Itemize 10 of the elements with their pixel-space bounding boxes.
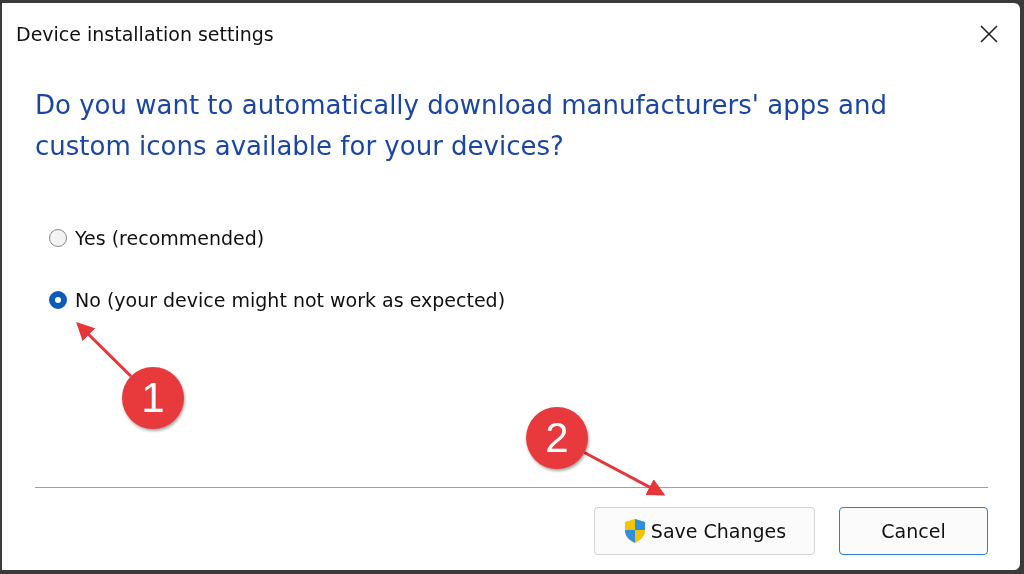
shield-icon — [622, 518, 647, 544]
window-title: Device installation settings — [16, 23, 274, 45]
radio-button[interactable] — [49, 291, 67, 309]
cancel-button[interactable]: Cancel — [839, 507, 988, 555]
save-changes-button[interactable]: Save Changes — [594, 507, 815, 555]
option-label[interactable]: No (your device might not work as expected) — [75, 289, 506, 311]
question-text: Do you want to automatically download manufacturers' apps and custom icons available for your devices? — [35, 89, 888, 163]
option-label[interactable]: Yes (recommended) — [75, 227, 265, 249]
arrow — [76, 322, 132, 378]
radio-button[interactable] — [49, 229, 67, 247]
